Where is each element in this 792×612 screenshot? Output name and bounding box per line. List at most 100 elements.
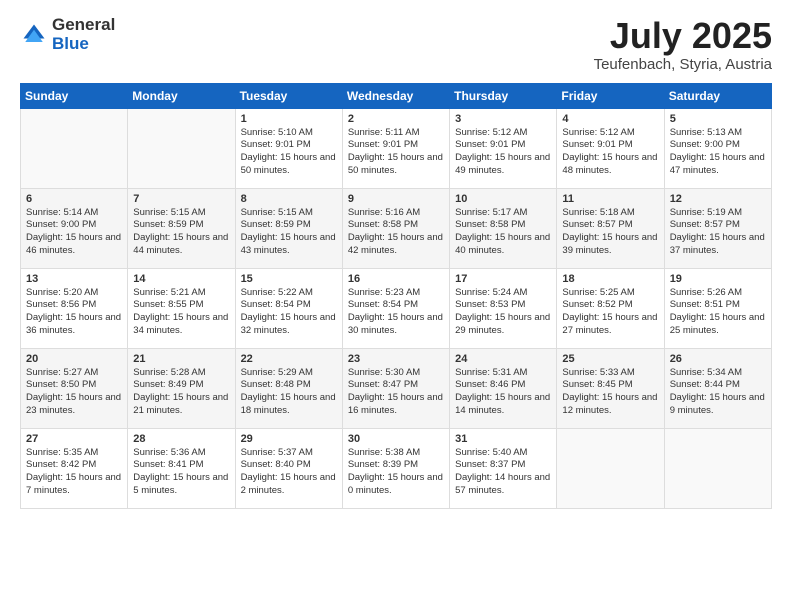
day-number: 1 [241,113,337,125]
logo-icon [20,21,48,49]
day-number: 21 [133,353,229,365]
day-info: Sunrise: 5:25 AMSunset: 8:52 PMDaylight:… [562,287,658,338]
calendar-cell: 4 Sunrise: 5:12 AMSunset: 9:01 PMDaylight… [557,108,664,188]
calendar-cell: 7Sunrise: 5:15 AMSunset: 8:59 PMDaylight… [128,188,235,268]
day-info: Sunrise: 5:12 AMSunset: 9:01 PMDaylight:… [562,127,658,178]
calendar-cell: 3 Sunrise: 5:12 AMSunset: 9:01 PMDaylight… [450,108,557,188]
header: General Blue July 2025 Teufenbach, Styri… [20,16,772,73]
day-number: 20 [26,353,122,365]
day-info: Sunrise: 5:28 AMSunset: 8:49 PMDaylight:… [133,367,229,418]
day-info: Sunrise: 5:21 AMSunset: 8:55 PMDaylight:… [133,287,229,338]
day-number: 7 [133,193,229,205]
title-block: July 2025 Teufenbach, Styria, Austria [594,16,772,73]
day-info: Sunrise: 5:24 AMSunset: 8:53 PMDaylight:… [455,287,551,338]
calendar-cell: 14 Sunrise: 5:21 AMSunset: 8:55 PMDayligh… [128,268,235,348]
day-info: Sunrise: 5:31 AMSunset: 8:46 PMDaylight:… [455,367,551,418]
day-number: 18 [562,273,658,285]
day-number: 2 [348,113,444,125]
calendar-cell: 2 Sunrise: 5:11 AMSunset: 9:01 PMDaylight… [342,108,449,188]
day-info: Sunrise: 5:17 AMSunset: 8:58 PMDaylight:… [455,207,551,258]
calendar-cell: 16 Sunrise: 5:23 AMSunset: 8:54 PMDayligh… [342,268,449,348]
day-info: Sunrise: 5:30 AMSunset: 8:47 PMDaylight:… [348,367,444,418]
day-number: 26 [670,353,766,365]
day-info: Sunrise: 5:18 AMSunset: 8:57 PMDaylight:… [562,207,658,258]
day-info: Sunrise: 5:29 AMSunset: 8:48 PMDaylight:… [241,367,337,418]
day-info: Sunrise: 5:10 AMSunset: 9:01 PMDaylight:… [241,127,337,178]
calendar-header-saturday: Saturday [664,83,771,108]
calendar-header-monday: Monday [128,83,235,108]
calendar-cell: 15 Sunrise: 5:22 AMSunset: 8:54 PMDayligh… [235,268,342,348]
day-info: Sunrise: 5:19 AMSunset: 8:57 PMDaylight:… [670,207,766,258]
calendar-cell: 18 Sunrise: 5:25 AMSunset: 8:52 PMDayligh… [557,268,664,348]
day-info: Sunrise: 5:14 AMSunset: 9:00 PMDaylight:… [26,207,122,258]
calendar-cell: 19Sunrise: 5:26 AMSunset: 8:51 PMDayligh… [664,268,771,348]
day-info: Sunrise: 5:33 AMSunset: 8:45 PMDaylight:… [562,367,658,418]
calendar-cell: 20 Sunrise: 5:27 AMSunset: 8:50 PMDayligh… [21,348,128,428]
day-info: Sunrise: 5:36 AMSunset: 8:41 PMDaylight:… [133,447,229,498]
calendar-header-tuesday: Tuesday [235,83,342,108]
day-number: 4 [562,113,658,125]
calendar-cell: 24Sunrise: 5:31 AMSunset: 8:46 PMDayligh… [450,348,557,428]
calendar-cell [128,108,235,188]
day-number: 22 [241,353,337,365]
page: General Blue July 2025 Teufenbach, Styri… [0,0,792,612]
day-number: 27 [26,433,122,445]
calendar-cell: 30 Sunrise: 5:38 AMSunset: 8:39 PMDayligh… [342,428,449,508]
calendar-cell: 6 Sunrise: 5:14 AMSunset: 9:00 PMDaylight… [21,188,128,268]
day-info: Sunrise: 5:11 AMSunset: 9:01 PMDaylight:… [348,127,444,178]
day-info: Sunrise: 5:12 AMSunset: 9:01 PMDaylight:… [455,127,551,178]
day-number: 6 [26,193,122,205]
day-number: 28 [133,433,229,445]
calendar-cell [664,428,771,508]
calendar-header-thursday: Thursday [450,83,557,108]
day-info: Sunrise: 5:13 AMSunset: 9:00 PMDaylight:… [670,127,766,178]
day-info: Sunrise: 5:16 AMSunset: 8:58 PMDaylight:… [348,207,444,258]
location: Teufenbach, Styria, Austria [594,56,772,73]
calendar-cell: 17 Sunrise: 5:24 AMSunset: 8:53 PMDayligh… [450,268,557,348]
day-number: 3 [455,113,551,125]
day-number: 30 [348,433,444,445]
calendar-header-wednesday: Wednesday [342,83,449,108]
logo: General Blue [20,16,115,53]
day-number: 16 [348,273,444,285]
calendar-cell: 9Sunrise: 5:16 AMSunset: 8:58 PMDaylight… [342,188,449,268]
logo-general: General [52,16,115,35]
day-number: 11 [562,193,658,205]
calendar-cell: 25Sunrise: 5:33 AMSunset: 8:45 PMDayligh… [557,348,664,428]
logo-blue: Blue [52,35,115,54]
calendar-cell: 27 Sunrise: 5:35 AMSunset: 8:42 PMDayligh… [21,428,128,508]
day-info: Sunrise: 5:27 AMSunset: 8:50 PMDaylight:… [26,367,122,418]
day-info: Sunrise: 5:40 AMSunset: 8:37 PMDaylight:… [455,447,551,498]
day-number: 8 [241,193,337,205]
calendar-cell [557,428,664,508]
logo-text: General Blue [52,16,115,53]
day-number: 19 [670,273,766,285]
calendar-cell: 5 Sunrise: 5:13 AMSunset: 9:00 PMDaylight… [664,108,771,188]
calendar-cell [21,108,128,188]
calendar-cell: 29Sunrise: 5:37 AMSunset: 8:40 PMDayligh… [235,428,342,508]
day-info: Sunrise: 5:34 AMSunset: 8:44 PMDaylight:… [670,367,766,418]
calendar-cell: 13Sunrise: 5:20 AMSunset: 8:56 PMDayligh… [21,268,128,348]
day-number: 23 [348,353,444,365]
calendar-week-2: 13Sunrise: 5:20 AMSunset: 8:56 PMDayligh… [21,268,772,348]
day-info: Sunrise: 5:23 AMSunset: 8:54 PMDaylight:… [348,287,444,338]
calendar-week-3: 20 Sunrise: 5:27 AMSunset: 8:50 PMDayligh… [21,348,772,428]
calendar-cell: 10 Sunrise: 5:17 AMSunset: 8:58 PMDayligh… [450,188,557,268]
day-number: 15 [241,273,337,285]
day-info: Sunrise: 5:35 AMSunset: 8:42 PMDaylight:… [26,447,122,498]
calendar-week-0: 1 Sunrise: 5:10 AMSunset: 9:01 PMDaylight… [21,108,772,188]
calendar-week-1: 6 Sunrise: 5:14 AMSunset: 9:00 PMDaylight… [21,188,772,268]
calendar-cell: 8Sunrise: 5:15 AMSunset: 8:59 PMDaylight… [235,188,342,268]
day-info: Sunrise: 5:38 AMSunset: 8:39 PMDaylight:… [348,447,444,498]
calendar-cell: 31Sunrise: 5:40 AMSunset: 8:37 PMDayligh… [450,428,557,508]
day-number: 13 [26,273,122,285]
calendar-cell: 28 Sunrise: 5:36 AMSunset: 8:41 PMDayligh… [128,428,235,508]
day-number: 10 [455,193,551,205]
calendar-cell: 23 Sunrise: 5:30 AMSunset: 8:47 PMDayligh… [342,348,449,428]
calendar-cell: 1 Sunrise: 5:10 AMSunset: 9:01 PMDaylight… [235,108,342,188]
day-info: Sunrise: 5:22 AMSunset: 8:54 PMDaylight:… [241,287,337,338]
day-number: 5 [670,113,766,125]
day-number: 17 [455,273,551,285]
day-number: 14 [133,273,229,285]
calendar-header-friday: Friday [557,83,664,108]
